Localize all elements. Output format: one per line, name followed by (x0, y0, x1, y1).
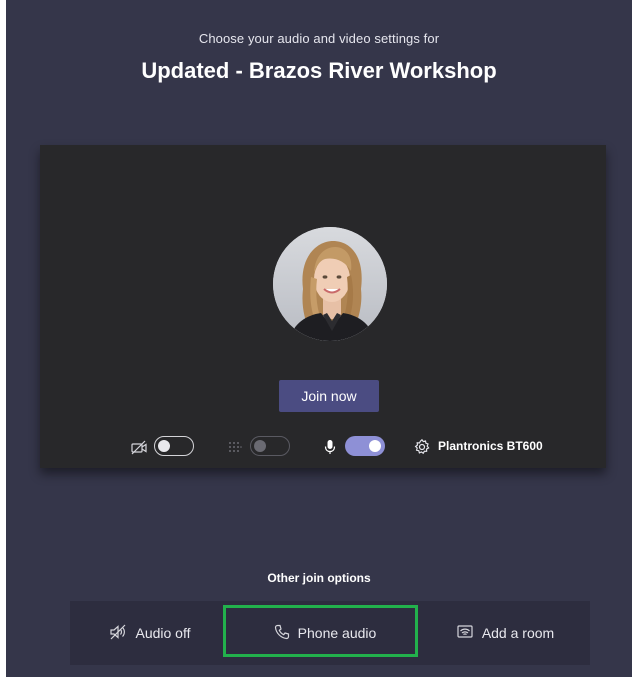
pre-join-screen: Choose your audio and video settings for… (6, 0, 632, 677)
speaker-off-icon (109, 623, 135, 644)
option-divider (415, 615, 416, 651)
other-join-options-bar: Audio off Phone audio Add a room (70, 601, 590, 665)
add-room-label: Add a room (481, 625, 555, 641)
av-controls: Plantronics BT600 (40, 435, 606, 459)
cast-room-icon (456, 623, 482, 644)
gear-icon[interactable] (413, 438, 431, 456)
meeting-title: Updated - Brazos River Workshop (141, 58, 497, 83)
toggle-knob (369, 440, 381, 452)
audio-device-label[interactable]: Plantronics BT600 (438, 439, 543, 453)
camera-off-icon (130, 438, 148, 456)
page-subtitle: Choose your audio and video settings for (198, 31, 440, 46)
phone-audio-option[interactable]: Phone audio (230, 601, 420, 665)
background-blur-toggle[interactable] (250, 436, 290, 456)
camera-toggle[interactable] (154, 436, 194, 456)
phone-audio-label: Phone audio (297, 625, 377, 641)
audio-off-option[interactable]: Audio off (70, 601, 230, 665)
toggle-knob (158, 439, 170, 452)
background-blur-icon (226, 438, 244, 456)
toggle-knob (254, 439, 266, 452)
microphone-toggle[interactable] (345, 436, 385, 456)
add-room-option[interactable]: Add a room (420, 601, 590, 665)
avatar (273, 227, 387, 341)
other-join-options-heading: Other join options (267, 571, 371, 585)
join-now-button[interactable]: Join now (279, 380, 379, 412)
audio-off-label: Audio off (135, 625, 191, 641)
video-preview: Join now Plantronics BT600 (40, 145, 606, 468)
microphone-icon (321, 438, 339, 456)
phone-icon (274, 624, 298, 643)
